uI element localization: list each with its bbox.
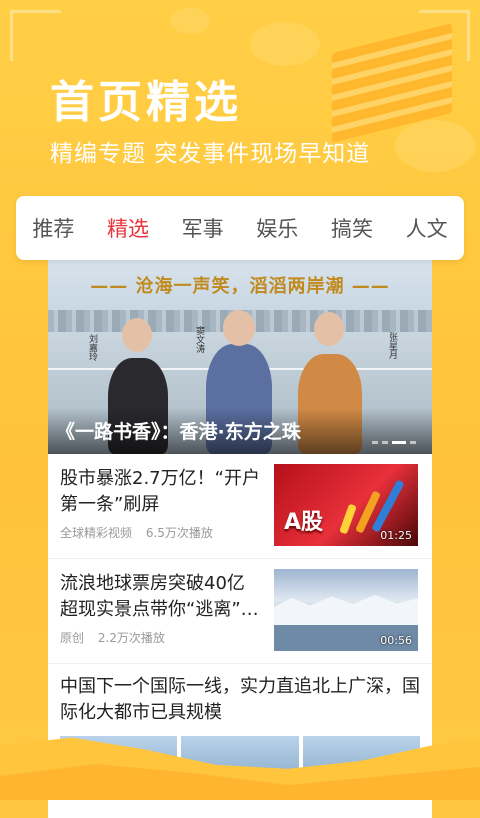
nameplate-center: 窦文涛 (194, 326, 204, 353)
carousel-dot (372, 441, 378, 444)
category-tabs: 推荐 精选 军事 娱乐 搞笑 人文 (16, 196, 464, 260)
news-item[interactable]: 流浪地球票房突破40亿 超现实景点带你“逃离”… 原创 2.2万次播放 00:5… (48, 559, 432, 664)
decor-cloud (250, 22, 320, 66)
tab-featured[interactable]: 精选 (107, 213, 149, 243)
news-meta: 原创 2.2万次播放 (60, 629, 165, 646)
carousel-dot-active (392, 441, 406, 444)
hero-banner-text: —— 沧海一声笑，滔滔两岸潮 —— (90, 276, 390, 297)
page-title: 首页精选 (50, 77, 242, 128)
person-left-head (122, 318, 152, 352)
news-headline: 中国下一个国际一线，实力直追北上广深，国际化大都市已具规模 (60, 676, 420, 723)
tab-funny[interactable]: 搞笑 (331, 213, 373, 243)
video-duration: 00:56 (380, 634, 412, 647)
carousel-dot (410, 441, 416, 444)
news-plays: 6.5万次播放 (145, 526, 213, 540)
video-duration: 01:25 (380, 529, 412, 542)
page-subtitle: 精编专题 突发事件现场早知道 (50, 141, 371, 167)
decor-cloud (395, 120, 475, 172)
thumbnail-text: A股 (284, 510, 324, 535)
nameplate-left: 刘嘉玲 (87, 334, 97, 361)
decor-arrow (339, 503, 357, 535)
video-thumbnail[interactable]: 00:56 (274, 569, 418, 651)
carousel-dot (382, 441, 388, 444)
decor-corner (10, 10, 61, 61)
hero-banner[interactable]: —— 沧海一声笑，滔滔两岸潮 —— 刘嘉玲 窦文涛 张星月 《一路书香》：香港·… (48, 258, 432, 454)
person-right-head (314, 312, 344, 346)
video-thumbnail[interactable]: A股 01:25 (274, 464, 418, 546)
glacier-shape (274, 595, 418, 625)
hero-caption: 《一路书香》：香港·东方之珠 (56, 421, 301, 443)
news-headline: 股市暴涨2.7万亿！“开户第一条”刷屏 (60, 468, 260, 515)
tab-entertainment[interactable]: 娱乐 (256, 213, 298, 243)
news-plays: 2.2万次播放 (97, 631, 165, 645)
person-center-head (223, 310, 255, 346)
news-meta: 全球精彩视频 6.5万次播放 (60, 524, 213, 541)
news-source: 全球精彩视频 (60, 526, 133, 540)
decor-arrow (371, 479, 405, 533)
news-headline: 流浪地球票房突破40亿 超现实景点带你“逃离”… (60, 573, 259, 620)
nameplate-right: 张星月 (387, 332, 397, 359)
tab-military[interactable]: 军事 (182, 213, 224, 243)
news-item[interactable]: 股市暴涨2.7万亿！“开户第一条”刷屏 全球精彩视频 6.5万次播放 A股 01… (48, 454, 432, 559)
decor-cloud (170, 8, 210, 34)
tab-recommend[interactable]: 推荐 (32, 213, 74, 243)
carousel-indicator (372, 441, 416, 444)
tab-culture[interactable]: 人文 (406, 213, 448, 243)
content-panel: —— 沧海一声笑，滔滔两岸潮 —— 刘嘉玲 窦文涛 张星月 《一路书香》：香港·… (48, 258, 432, 818)
news-source: 原创 (60, 631, 85, 645)
